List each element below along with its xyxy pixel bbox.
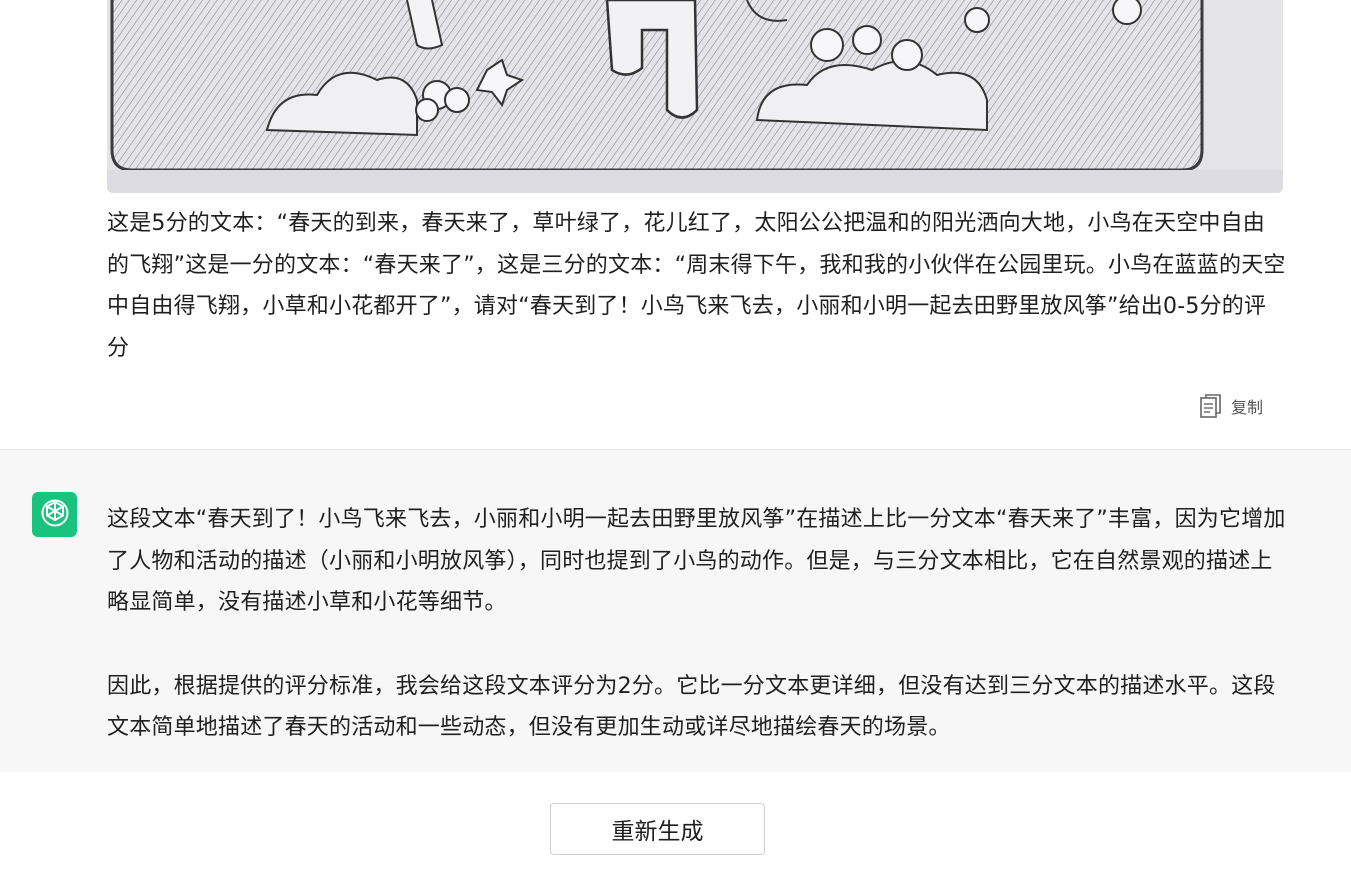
copy-button[interactable]: 复制 (1199, 392, 1263, 420)
user-message: 这是5分的文本：“春天的到来，春天来了，草叶绿了，花儿红了，太阳公公把温和的阳光… (0, 0, 1351, 450)
copy-icon (1199, 393, 1223, 419)
chat-page: 这是5分的文本：“春天的到来，春天来了，草叶绿了，花儿红了，太阳公公把温和的阳光… (0, 0, 1351, 875)
assistant-message-text: 这段文本“春天到了！小鸟飞来飞去，小丽和小明一起去田野里放风筝”在描述上比一分文… (107, 499, 1287, 749)
copy-label: 复制 (1231, 398, 1264, 417)
drawing-sketch (107, 0, 1283, 193)
openai-logo-icon (39, 497, 71, 533)
attached-drawing-image (107, 0, 1283, 193)
assistant-paragraph-1: 这段文本“春天到了！小鸟飞来飞去，小丽和小明一起去田野里放风筝”在描述上比一分文… (107, 507, 1286, 615)
assistant-avatar (32, 492, 77, 537)
assistant-paragraph-2: 因此，根据提供的评分标准，我会给这段文本评分为2分。它比一分文本更详细，但没有达… (107, 673, 1276, 741)
regenerate-button[interactable]: 重新生成 (550, 803, 765, 855)
assistant-message: 这段文本“春天到了！小鸟飞来飞去，小丽和小明一起去田野里放风筝”在描述上比一分文… (0, 450, 1351, 772)
user-message-text: 这是5分的文本：“春天的到来，春天来了，草叶绿了，花儿红了，太阳公公把温和的阳光… (107, 211, 1286, 361)
